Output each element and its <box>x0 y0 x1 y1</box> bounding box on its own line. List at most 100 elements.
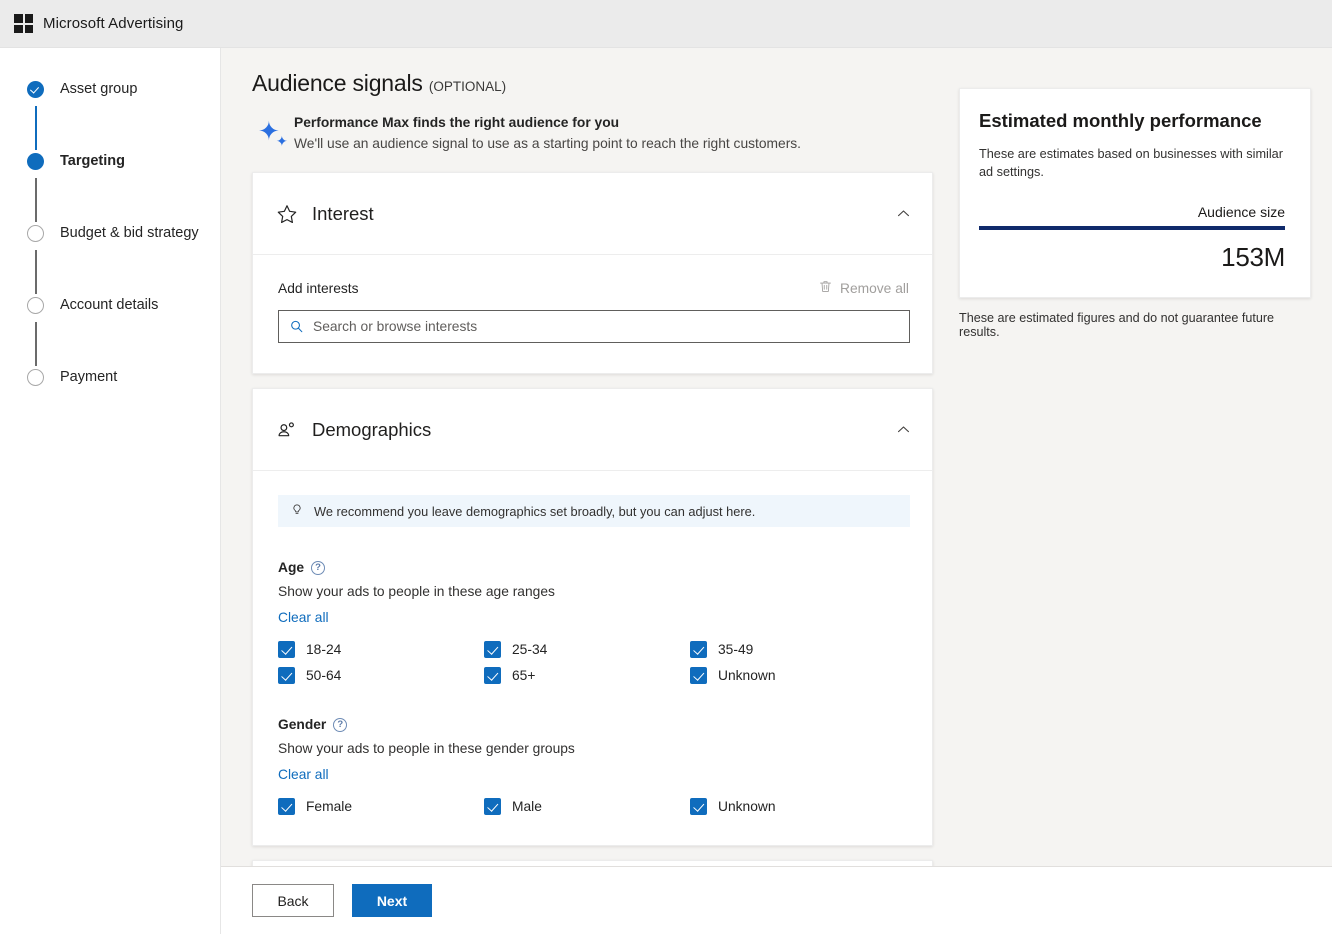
back-button[interactable]: Back <box>252 884 334 917</box>
page-title-text: Audience signals <box>252 70 423 96</box>
estimate-footnote: These are estimated figures and do not g… <box>959 311 1275 339</box>
checkbox-checked-icon[interactable] <box>278 667 295 684</box>
checkbox-label: 25-34 <box>512 642 548 657</box>
checkbox-checked-icon[interactable] <box>690 667 707 684</box>
wizard-footer: Back Next <box>221 866 1332 934</box>
checkbox-label: 65+ <box>512 668 536 683</box>
interest-card-header[interactable]: Interest <box>253 173 932 255</box>
remove-all-button[interactable]: Remove all <box>818 279 909 297</box>
checkbox-checked-icon[interactable] <box>278 641 295 658</box>
age-checkbox-grid: 18-24 25-34 35-49 50-64 65+ Unknown <box>278 641 909 684</box>
audience-size-label: Audience size <box>1197 204 1285 220</box>
sidebar-step-label: Asset group <box>60 81 138 97</box>
sidebar-step-asset-group[interactable]: Asset group <box>0 78 220 106</box>
step-status-pending-icon <box>27 225 44 242</box>
chevron-up-icon[interactable] <box>895 205 912 222</box>
age-checkbox-50-64[interactable]: 50-64 <box>278 667 484 684</box>
checkbox-label: 50-64 <box>306 668 342 683</box>
checkbox-checked-icon[interactable] <box>690 798 707 815</box>
estimated-performance-card: Estimated monthly performance These are … <box>959 88 1311 298</box>
estimates-column: Estimated monthly performance These are … <box>933 70 1332 866</box>
demographics-tip-text: We recommend you leave demographics set … <box>314 503 756 519</box>
help-circle-icon[interactable]: ? <box>333 717 348 732</box>
age-checkbox-35-49[interactable]: 35-49 <box>690 641 896 658</box>
promo-title: Performance Max finds the right audience… <box>294 115 620 130</box>
people-icon <box>276 419 304 441</box>
step-connector <box>34 106 37 150</box>
step-connector <box>34 178 37 222</box>
step-status-completed-icon <box>27 81 44 98</box>
sidebar-step-account-details[interactable]: Account details <box>0 294 220 322</box>
age-checkbox-18-24[interactable]: 18-24 <box>278 641 484 658</box>
trash-icon <box>818 279 833 297</box>
demographics-tip-banner: We recommend you leave demographics set … <box>278 495 910 527</box>
sidebar-step-label: Account details <box>60 297 159 313</box>
step-status-current-icon <box>27 153 44 170</box>
app-shell: Asset group Targeting Budget & bid strat… <box>0 48 1332 934</box>
age-checkbox-65-plus[interactable]: 65+ <box>484 667 690 684</box>
brand-title: Microsoft Advertising <box>43 15 184 32</box>
checkbox-label: Male <box>512 799 542 814</box>
next-section-card-partial[interactable] <box>252 860 933 866</box>
step-status-pending-icon <box>27 369 44 386</box>
interest-card-title: Interest <box>312 202 374 224</box>
audience-size-value: 153M <box>1221 242 1285 272</box>
interest-card-body: Add interests Remove all <box>253 255 932 373</box>
step-connector <box>34 250 37 294</box>
audience-size-bar <box>979 226 1285 230</box>
demographics-card-body: We recommend you leave demographics set … <box>253 471 932 845</box>
age-clear-all-link[interactable]: Clear all <box>278 610 329 625</box>
promo-subtitle: We'll use an audience signal to use as a… <box>294 136 802 151</box>
age-label-text: Age <box>278 560 305 575</box>
remove-all-label: Remove all <box>839 280 909 296</box>
demographics-card: Demographics We recommend you leave demo… <box>252 388 933 846</box>
chevron-up-icon[interactable] <box>895 421 912 438</box>
demographics-card-header[interactable]: Demographics <box>253 389 932 471</box>
sidebar-step-label: Targeting <box>60 153 125 169</box>
main-column: Audience signals (OPTIONAL) ✦ ✦ Performa… <box>221 70 933 866</box>
lightbulb-icon <box>290 503 304 520</box>
interest-search-input[interactable] <box>313 319 899 334</box>
demographics-card-title: Demographics <box>312 418 432 440</box>
estimate-title: Estimated monthly performance <box>979 110 1262 131</box>
gender-checkbox-female[interactable]: Female <box>278 798 484 815</box>
content-region: Audience signals (OPTIONAL) ✦ ✦ Performa… <box>221 48 1332 934</box>
next-button[interactable]: Next <box>352 884 432 917</box>
checkbox-label: 18-24 <box>306 642 342 657</box>
help-circle-icon[interactable]: ? <box>311 560 326 575</box>
checkbox-checked-icon[interactable] <box>484 641 501 658</box>
age-checkbox-unknown[interactable]: Unknown <box>690 667 896 684</box>
page-title-optional: (OPTIONAL) <box>428 79 507 94</box>
sidebar-step-targeting[interactable]: Targeting <box>0 150 220 178</box>
checkbox-label: 35-49 <box>718 642 754 657</box>
age-description: Show your ads to people in these age ran… <box>278 584 555 599</box>
sparkle-icon: ✦ ✦ <box>258 116 288 149</box>
sidebar-step-budget-bid-strategy[interactable]: Budget & bid strategy <box>0 222 220 250</box>
checkbox-label: Female <box>306 799 353 814</box>
checkbox-checked-icon[interactable] <box>278 798 295 815</box>
checkbox-checked-icon[interactable] <box>690 641 707 658</box>
age-checkbox-25-34[interactable]: 25-34 <box>484 641 690 658</box>
age-group: Age ? Show your ads to people in these a… <box>278 560 909 684</box>
gender-group: Gender ? Show your ads to people in thes… <box>278 717 909 815</box>
step-connector <box>34 322 37 366</box>
interest-card: Interest Add interests Remove all Search… <box>252 172 933 374</box>
gender-clear-all-link[interactable]: Clear all <box>278 767 329 782</box>
gender-checkbox-male[interactable]: Male <box>484 798 690 815</box>
sidebar-step-label: Payment <box>60 369 118 385</box>
add-interests-label: Add interests <box>278 280 359 296</box>
gender-checkbox-grid: Female Male Unknown <box>278 798 909 815</box>
gender-checkbox-unknown[interactable]: Unknown <box>690 798 896 815</box>
search-icon <box>289 319 304 334</box>
checkbox-checked-icon[interactable] <box>484 667 501 684</box>
checkbox-label: Unknown <box>718 799 776 814</box>
interest-search-box[interactable] <box>278 310 910 343</box>
estimate-description: These are estimates based on businesses … <box>979 147 1283 179</box>
checkbox-label: Unknown <box>718 668 776 683</box>
checkbox-checked-icon[interactable] <box>484 798 501 815</box>
gender-description: Show your ads to people in these gender … <box>278 741 575 756</box>
sidebar-step-payment[interactable]: Payment <box>0 366 220 394</box>
gender-label-text: Gender <box>278 717 327 732</box>
scroll-area[interactable]: Audience signals (OPTIONAL) ✦ ✦ Performa… <box>221 48 1332 866</box>
page-title: Audience signals (OPTIONAL) <box>252 70 933 97</box>
